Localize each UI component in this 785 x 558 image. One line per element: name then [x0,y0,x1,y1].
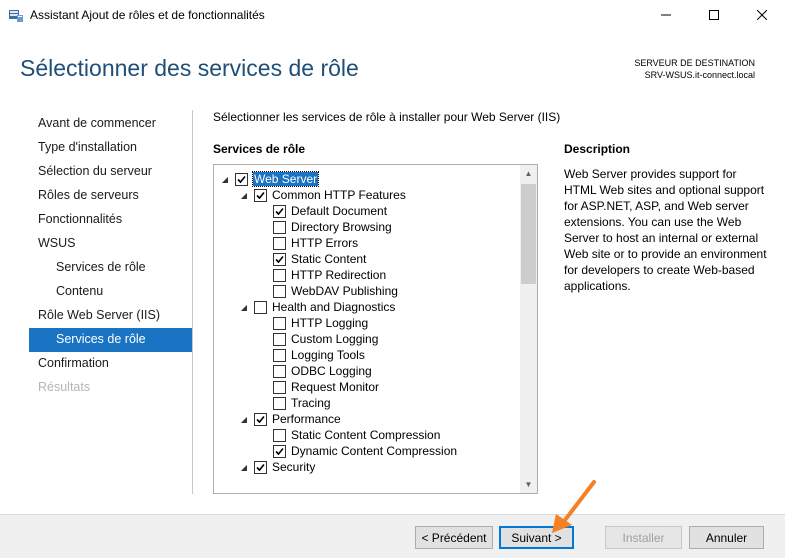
tree-item-label[interactable]: Static Content Compression [291,428,440,442]
nav-item-confirmation[interactable]: Confirmation [29,352,192,376]
description-text: Web Server provides support for HTML Web… [564,167,767,293]
nav-item-avant-de-commencer[interactable]: Avant de commencer [29,112,192,136]
title-bar: Assistant Ajout de rôles et de fonctionn… [0,0,785,30]
checkbox[interactable] [273,332,286,346]
tree-item-label[interactable]: Custom Logging [291,332,378,346]
checkbox[interactable] [273,380,286,394]
tree-row[interactable]: Static Content [273,251,366,267]
scroll-down-arrow-icon[interactable]: ▼ [520,476,537,493]
nav-item-iis-services-role[interactable]: Services de rôle [29,328,192,352]
tree-item-label[interactable]: ODBC Logging [291,364,372,378]
tree-row[interactable]: HTTP Logging [273,315,368,331]
tree-item-label[interactable]: Dynamic Content Compression [291,444,457,458]
expand-triangle-icon[interactable]: ◢ [219,171,231,187]
nav-item-contenu[interactable]: Contenu [29,280,192,304]
tree-item-label[interactable]: Performance [272,412,341,426]
description-title: Description [564,142,631,156]
tree-row[interactable]: Dynamic Content Compression [273,443,457,459]
tree-item-label[interactable]: Common HTTP Features [272,188,406,202]
tree-row[interactable]: ODBC Logging [273,363,372,379]
nav-item-resultats: Résultats [38,380,91,394]
tree-scrollbar[interactable]: ▲ ▼ [520,165,537,493]
nav-item-selection-serveur[interactable]: Sélection du serveur [29,160,192,184]
checkbox[interactable] [273,396,286,410]
tree-row[interactable]: ◢ Web Server [219,171,320,187]
annotation-arrow-icon [552,480,596,533]
tree-row[interactable]: Tracing [273,395,331,411]
scroll-up-arrow-icon[interactable]: ▲ [520,165,537,182]
destination-server: SRV-WSUS.it-connect.local [644,70,755,80]
scroll-thumb[interactable] [521,184,536,284]
tree-row[interactable]: HTTP Redirection [273,267,386,283]
tree-item-label[interactable]: Web Server [251,171,320,187]
previous-button[interactable]: < Précédent [415,526,493,549]
nav-item-role-web-server[interactable]: Rôle Web Server (IIS) [29,304,192,328]
checkbox[interactable] [273,316,286,330]
tree-row[interactable]: ◢ Security [238,459,315,475]
tree-item-label[interactable]: Default Document [291,204,387,218]
server-manager-icon [8,7,24,23]
checkbox[interactable] [273,364,286,378]
close-button[interactable] [739,0,785,30]
checkbox[interactable] [273,236,286,250]
checkbox[interactable] [273,252,286,266]
expand-triangle-icon[interactable]: ◢ [238,411,250,427]
tree-item-label[interactable]: WebDAV Publishing [291,284,398,298]
tree-item-label[interactable]: Directory Browsing [291,220,392,234]
tree-item-label[interactable]: Tracing [291,396,331,410]
window-title: Assistant Ajout de rôles et de fonctionn… [30,8,265,22]
checkbox[interactable] [254,460,267,474]
tree-item-label[interactable]: Request Monitor [291,380,379,394]
tree-row[interactable]: Logging Tools [273,347,365,363]
checkbox[interactable] [273,220,286,234]
role-services-tree[interactable]: ◢ Web Server ◢ Common HTTP Features Defa… [213,164,538,494]
expand-triangle-icon[interactable]: ◢ [238,459,250,475]
nav-item-wsus-services-role[interactable]: Services de rôle [29,256,192,280]
destination-label: SERVEUR DE DESTINATION [634,58,755,68]
tree-item-label[interactable]: Health and Diagnostics [272,300,395,314]
tree-row[interactable]: HTTP Errors [273,235,358,251]
checkbox[interactable] [273,444,286,458]
tree-item-label[interactable]: Security [272,460,315,474]
checkbox[interactable] [254,188,267,202]
tree-row[interactable]: ◢ Performance [238,411,341,427]
tree-item-label[interactable]: Logging Tools [291,348,365,362]
checkbox[interactable] [273,428,286,442]
tree-row[interactable]: WebDAV Publishing [273,283,398,299]
checkbox[interactable] [254,412,267,426]
tree-row[interactable]: Static Content Compression [273,427,440,443]
cancel-button[interactable]: Annuler [689,526,764,549]
expand-triangle-icon[interactable]: ◢ [238,299,250,315]
maximize-button[interactable] [691,0,737,30]
checkbox[interactable] [273,268,286,282]
tree-item-label[interactable]: HTTP Errors [291,236,358,250]
minimize-button[interactable] [643,0,689,30]
tree-row[interactable]: ◢ Health and Diagnostics [238,299,395,315]
checkbox[interactable] [273,204,286,218]
nav-item-wsus[interactable]: WSUS [29,232,192,256]
nav-item-fonctionnalites[interactable]: Fonctionnalités [29,208,192,232]
services-title: Services de rôle [213,142,306,156]
checkbox[interactable] [273,284,286,298]
tree-item-label[interactable]: Static Content [291,252,366,266]
tree-row[interactable]: Default Document [273,203,387,219]
tree-row[interactable]: Directory Browsing [273,219,392,235]
tree-row[interactable]: Request Monitor [273,379,379,395]
expand-triangle-icon[interactable]: ◢ [238,187,250,203]
checkbox[interactable] [254,300,267,314]
checkbox[interactable] [235,172,248,186]
instruction-text: Sélectionner les services de rôle à inst… [213,110,561,124]
tree-row[interactable]: ◢ Common HTTP Features [238,187,406,203]
page-title: Sélectionner des services de rôle [20,55,359,81]
checkbox[interactable] [273,348,286,362]
wizard-nav: Avant de commencer Type d'installation S… [29,112,192,400]
tree-item-label[interactable]: HTTP Redirection [291,268,386,282]
install-button: Installer [605,526,682,549]
nav-item-type-installation[interactable]: Type d'installation [29,136,192,160]
tree-item-label[interactable]: HTTP Logging [291,316,368,330]
destination-server-info: SERVEUR DE DESTINATION SRV-WSUS.it-conne… [634,57,755,81]
tree-row[interactable]: Custom Logging [273,331,378,347]
nav-item-roles-serveurs[interactable]: Rôles de serveurs [29,184,192,208]
nav-divider [192,110,193,494]
